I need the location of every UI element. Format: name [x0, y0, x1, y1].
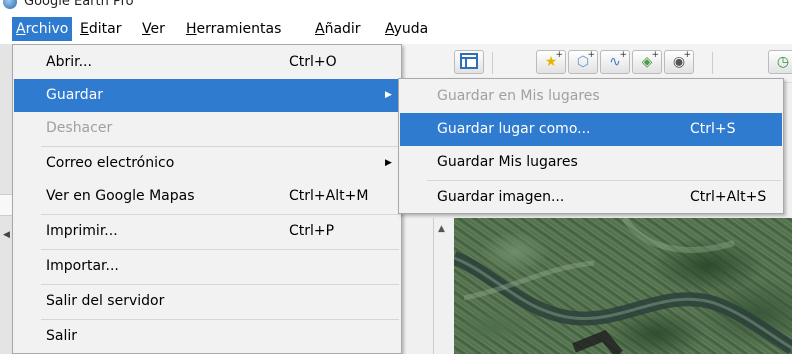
- menu-ver[interactable]: Ver: [138, 17, 169, 41]
- menu-item-deshacer[interactable]: Deshacer: [14, 112, 400, 145]
- scroll-up-icon[interactable]: ▲: [438, 224, 445, 234]
- menu-item-ver-en-google-mapas[interactable]: Ver en Google Mapas Ctrl+Alt+M: [14, 180, 400, 213]
- sidebar-toggle-icon: [455, 53, 483, 74]
- menu-item-imprimir[interactable]: Imprimir... Ctrl+P: [14, 215, 400, 248]
- submenu-arrow-icon: ▶: [385, 158, 392, 168]
- river-overlay: [454, 218, 792, 354]
- window-title: Google Earth Pro: [24, 0, 134, 9]
- expand-triangle-icon[interactable]: ◀: [3, 230, 10, 240]
- menu-archivo[interactable]: Archivo: [12, 17, 73, 41]
- menu-item-importar[interactable]: Importar...: [14, 250, 400, 283]
- toolbar-separator: [492, 52, 493, 74]
- menu-herramientas[interactable]: Herramientas: [182, 17, 285, 41]
- add-polygon-button[interactable]: ⬡ +: [568, 50, 598, 74]
- sidebar-toggle-button[interactable]: [454, 50, 484, 74]
- submenu-item-guardar-en-mis-lugares[interactable]: Guardar en Mis lugares: [400, 80, 782, 113]
- menu-item-correo[interactable]: Correo electrónico ▶: [14, 147, 400, 180]
- historical-imagery-button[interactable]: ◷: [768, 50, 792, 74]
- plus-icon: +: [619, 50, 627, 60]
- submenu-item-guardar-lugar-como[interactable]: Guardar lugar como... Ctrl+S: [400, 113, 782, 146]
- satellite-map-view[interactable]: [454, 218, 792, 354]
- submenu-arrow-icon: ▶: [385, 90, 392, 100]
- plus-icon: +: [683, 50, 691, 60]
- menu-bar: Archivo Editar Ver Herramientas Añadir A…: [0, 14, 792, 44]
- title-bar: Google Earth Pro: [0, 0, 792, 14]
- menu-item-abrir[interactable]: Abrir... Ctrl+O: [14, 46, 400, 79]
- menu-item-salir[interactable]: Salir: [14, 320, 400, 353]
- file-menu: Abrir... Ctrl+O Guardar ▶ Deshacer Corre…: [12, 44, 402, 354]
- plus-icon: +: [555, 50, 563, 60]
- menu-item-salir-del-servidor[interactable]: Salir del servidor: [14, 285, 400, 318]
- plus-icon: +: [587, 50, 595, 60]
- record-tour-button[interactable]: ◉ +: [664, 50, 694, 74]
- google-earth-icon: [3, 0, 17, 9]
- map-scrollbar[interactable]: ▲: [433, 218, 454, 354]
- toolbar-separator: [712, 52, 713, 74]
- menu-ayuda[interactable]: Ayuda: [381, 17, 432, 41]
- add-placemark-button[interactable]: ★ +: [536, 50, 566, 74]
- plus-icon: +: [651, 50, 659, 60]
- save-submenu: Guardar en Mis lugares Guardar lugar com…: [398, 78, 784, 214]
- menu-editar[interactable]: Editar: [76, 17, 125, 41]
- add-path-button[interactable]: ∿ +: [600, 50, 630, 74]
- submenu-item-guardar-imagen[interactable]: Guardar imagen... Ctrl+Alt+S: [400, 181, 782, 214]
- submenu-item-guardar-mis-lugares[interactable]: Guardar Mis lugares: [400, 146, 782, 179]
- menu-anadir[interactable]: Añadir: [311, 17, 365, 41]
- menu-item-guardar[interactable]: Guardar ▶: [14, 79, 400, 112]
- historical-imagery-icon: ◷: [776, 54, 790, 70]
- add-overlay-button[interactable]: ◈ +: [632, 50, 662, 74]
